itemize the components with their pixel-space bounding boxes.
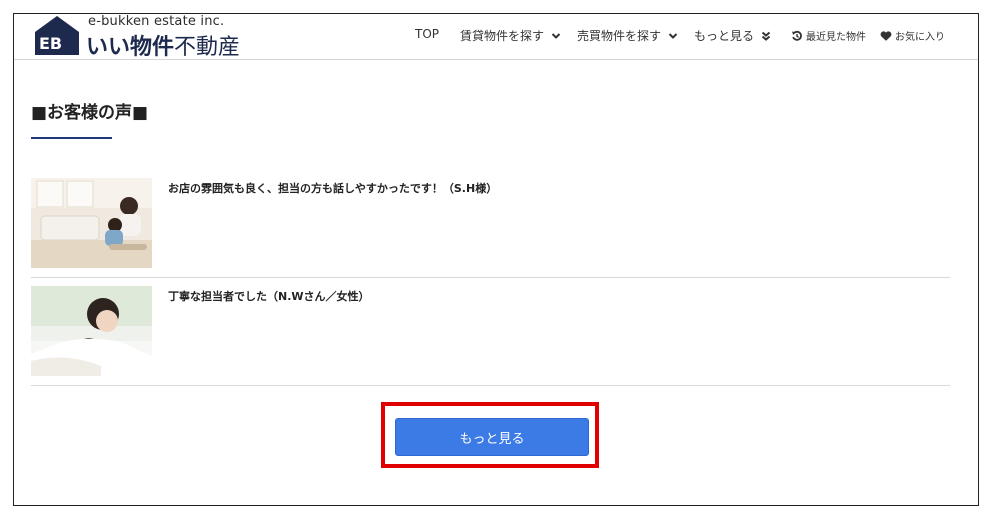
site-header: EB e-bukken estate inc. いい物件不動産 TOP 賃貸物件…	[14, 14, 978, 60]
house-logo-icon: EB	[35, 16, 79, 55]
chevron-down-icon	[551, 32, 561, 39]
nav-favorites-label: お気に入り	[895, 32, 945, 43]
nav-recent[interactable]: 最近見た物件	[791, 28, 866, 43]
logo-site-name-thin: 不動産	[174, 35, 241, 60]
nav-more-label: もっと見る	[694, 29, 755, 43]
nav-more[interactable]: もっと見る	[694, 27, 771, 44]
nav-favorites[interactable]: お気に入り	[880, 28, 945, 43]
site-logo[interactable]: EB e-bukken estate inc. いい物件不動産	[32, 14, 262, 60]
mother-child-photo[interactable]	[31, 286, 152, 376]
chevron-down-icon	[668, 32, 678, 39]
heart-icon	[880, 30, 892, 41]
logo-site-name-bold: いい物件	[86, 35, 175, 60]
logo-mark-text: EB	[39, 34, 62, 53]
nav-recent-label: 最近見た物件	[806, 32, 866, 43]
logo-site-name: いい物件不動産	[86, 29, 240, 61]
nav-rent-label: 賃貸物件を探す	[460, 29, 545, 43]
page-frame: EB e-bukken estate inc. いい物件不動産 TOP 賃貸物件…	[13, 13, 979, 506]
nav-buy[interactable]: 売買物件を探す	[577, 27, 678, 44]
voice-text[interactable]: 丁寧な担当者でした（N.Wさん／女性）	[168, 288, 370, 304]
title-underline	[31, 137, 112, 139]
nav-top-label: TOP	[415, 27, 440, 41]
nav-buy-label: 売買物件を探す	[577, 29, 662, 43]
history-icon	[792, 30, 802, 41]
living-room-photo[interactable]	[31, 178, 152, 268]
list-item: 丁寧な担当者でした（N.Wさん／女性）	[31, 286, 950, 386]
highlight-box: もっと見る	[381, 402, 599, 468]
list-item: お店の雰囲気も良く、担当の方も話しやすかったです！（S.H様）	[31, 178, 950, 278]
voice-text[interactable]: お店の雰囲気も良く、担当の方も話しやすかったです！（S.H様）	[168, 180, 497, 196]
more-button[interactable]: もっと見る	[395, 418, 589, 456]
nav-rent[interactable]: 賃貸物件を探す	[460, 27, 561, 44]
main-nav: TOP 賃貸物件を探す 売買物件を探す もっと見る 最近見た物件 お気に入り	[394, 14, 978, 60]
section-title: ■お客様の声■	[31, 103, 149, 123]
logo-company-name: e-bukken estate inc.	[88, 14, 225, 29]
double-chevron-down-icon	[761, 31, 771, 41]
nav-top[interactable]: TOP	[415, 27, 439, 41]
